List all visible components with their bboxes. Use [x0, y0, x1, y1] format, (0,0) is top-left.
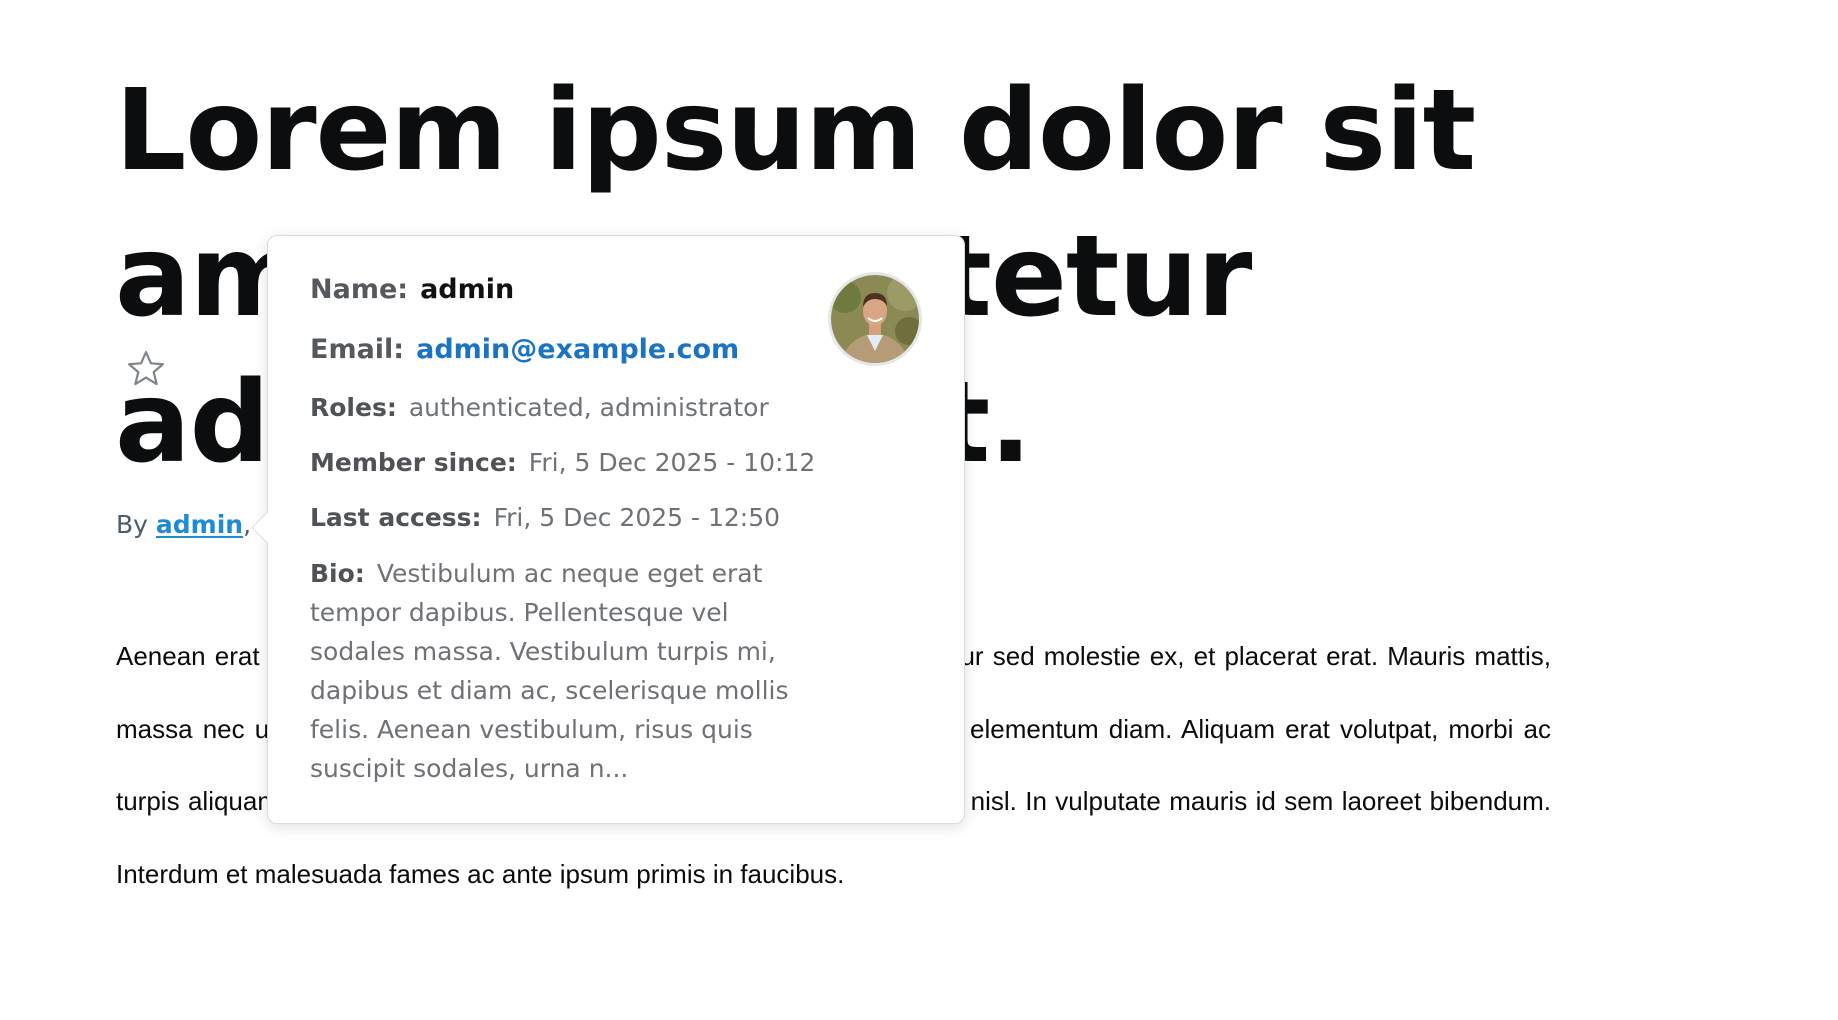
user-roles-value: authenticated, administrator — [408, 393, 769, 422]
email-label: Email: — [310, 334, 405, 365]
user-bio: Bio: Vestibulum ac neque eget erat tempor… — [310, 554, 810, 788]
member-since-label: Member since: — [310, 448, 517, 477]
user-email-row: Email: admin@example.com — [310, 334, 739, 365]
bio-label: Bio: — [310, 559, 365, 588]
user-roles-row: Roles: authenticated, administrator — [310, 393, 769, 422]
user-avatar — [828, 272, 922, 366]
user-hover-card: Name: admin Email: admin@example.com Roles… — [251, 235, 965, 824]
user-name-value: admin — [420, 274, 515, 305]
card-pointer — [251, 511, 284, 544]
bio-text: Vestibulum ac neque eget erat tempor dap… — [310, 559, 789, 783]
last-access-value: Fri, 5 Dec 2025 - 12:50 — [493, 503, 781, 532]
byline-prefix: By — [116, 510, 156, 539]
user-email-link[interactable]: admin@example.com — [416, 334, 739, 365]
member-since-row: Member since: Fri, 5 Dec 2025 - 10:12 — [310, 448, 815, 477]
star-outline-icon[interactable] — [124, 347, 168, 391]
byline: By admin, — [116, 510, 251, 539]
roles-label: Roles: — [310, 393, 397, 422]
last-access-row: Last access: Fri, 5 Dec 2025 - 12:50 — [310, 503, 780, 532]
member-since-value: Fri, 5 Dec 2025 - 10:12 — [528, 448, 816, 477]
last-access-label: Last access: — [310, 503, 482, 532]
user-name-row: Name: admin — [310, 274, 514, 305]
name-label: Name: — [310, 274, 409, 305]
byline-suffix: , — [243, 510, 252, 539]
author-link[interactable]: admin — [156, 510, 243, 539]
